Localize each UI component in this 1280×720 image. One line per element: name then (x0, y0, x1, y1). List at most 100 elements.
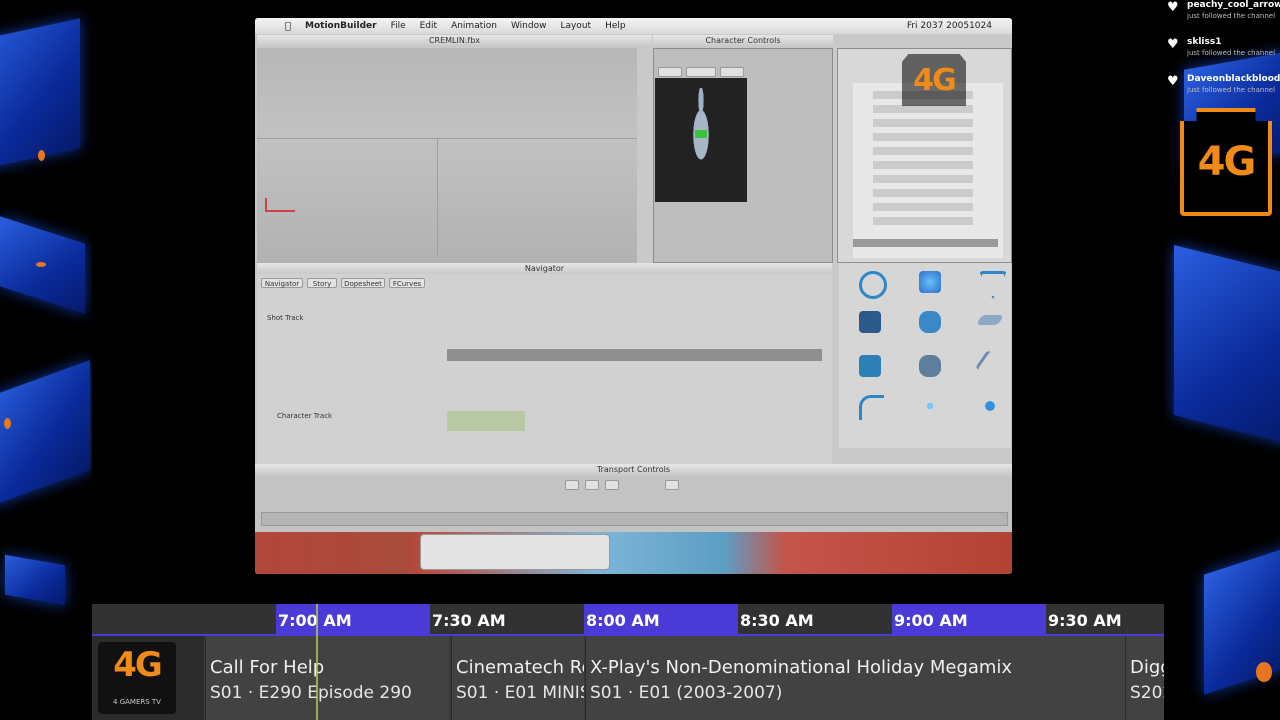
channel-logo: 4G 4 GAMERS TV (92, 636, 204, 720)
character-body-map[interactable] (655, 78, 747, 202)
story-editor: Navigator Story Dopesheet FCurves Shot T… (257, 274, 832, 464)
program-episode: S01 · E290 Episode 290 (210, 683, 412, 703)
menu-item-edit[interactable]: Edit (420, 21, 437, 31)
stop-button[interactable] (585, 480, 599, 490)
program-episode: S01 · E01 (2003-2007) (590, 683, 783, 703)
program-episode: S202 (1130, 683, 1164, 703)
follower-name: skliss1 (1187, 37, 1222, 47)
follower-message: just followed the channel (1187, 86, 1276, 94)
channel-logo-mark: 4G (113, 645, 163, 685)
blue-cube-shape (1174, 245, 1280, 445)
character-tab[interactable] (658, 67, 682, 77)
light-icon[interactable] (919, 271, 941, 293)
tree-row[interactable] (873, 105, 973, 113)
time-slot: 7:30 AM (432, 611, 506, 630)
follower-name: Daveonblackblood (1187, 74, 1280, 84)
left-background-art (0, 0, 92, 720)
minimized-window[interactable] (420, 534, 610, 570)
blue-cube-shape (0, 359, 90, 511)
menu-item-file[interactable]: File (391, 21, 406, 31)
menu-item-window[interactable]: Window (511, 21, 547, 31)
skeleton-root-icon[interactable] (974, 349, 1009, 383)
program-guide: 7:00 AM 7:30 AM 8:00 AM 8:30 AM 9:00 AM … (92, 604, 1164, 720)
tree-row[interactable] (873, 147, 973, 155)
time-slot: 9:00 AM (892, 604, 1046, 636)
current-time-indicator (316, 604, 318, 720)
step-forward-button[interactable] (605, 480, 619, 490)
orange-dot (38, 150, 45, 161)
timeline-header: 7:00 AM 7:30 AM 8:00 AM 8:30 AM 9:00 AM … (92, 604, 1164, 636)
desktop-background (255, 532, 1012, 574)
program-cell[interactable]: X-Play's Non-Denominational Holiday Mega… (585, 636, 1125, 720)
handle-icon[interactable] (859, 395, 884, 420)
camera-icon[interactable] (859, 311, 881, 333)
nurbs-icon[interactable] (919, 355, 941, 377)
track-label-shot: Shot Track (267, 314, 304, 322)
program-episode: S01 · E01 MINISC (456, 683, 584, 703)
menu-item-app[interactable]: MotionBuilder (305, 21, 377, 31)
program-title: Cinematech Ret (456, 657, 584, 678)
follower-feed: ♥ peachy_cool_arrows just followed the c… (1165, 0, 1280, 111)
tree-row-selected[interactable] (853, 239, 998, 247)
orange-dot (1256, 662, 1272, 682)
track-label-character: Character Track (277, 412, 333, 420)
time-ruler[interactable] (261, 512, 1008, 526)
tree-row[interactable] (873, 189, 973, 197)
follower-alert: ♥ skliss1 just followed the channel (1165, 37, 1280, 74)
follower-alert: ♥ peachy_cool_arrows just followed the c… (1165, 0, 1280, 37)
stream-capture:  MotionBuilder File Edit Animation Wind… (255, 18, 1012, 574)
follower-name: peachy_cool_arrows (1187, 0, 1280, 10)
null-icon[interactable] (919, 395, 941, 417)
channel-side-logo: 4G (1180, 108, 1272, 216)
menu-item-animation[interactable]: Animation (451, 21, 497, 31)
program-title: Digg (1130, 657, 1164, 678)
character-tab[interactable] (720, 67, 744, 77)
tab-fcurves[interactable]: FCurves (389, 278, 425, 288)
marker-icon[interactable] (919, 311, 941, 333)
blue-cube-shape (5, 554, 65, 606)
character-tab[interactable] (686, 67, 716, 77)
cube-icon[interactable] (859, 355, 881, 377)
time-slot: 9:30 AM (1048, 611, 1122, 630)
program-cell[interactable]: Digg S202 (1125, 636, 1164, 720)
menu-item-layout[interactable]: Layout (560, 21, 591, 31)
record-button[interactable] (665, 480, 679, 490)
time-slot: 7:00 AM (276, 604, 430, 636)
menu-clock: Fri 2037 20051024 (906, 21, 992, 31)
heart-icon: ♥ (1167, 0, 1179, 15)
follower-alert: ♥ Daveonblackblood just followed the cha… (1165, 74, 1280, 111)
plane-icon[interactable] (976, 315, 1004, 325)
asset-tool-grid (839, 263, 1011, 448)
tree-row[interactable] (873, 133, 973, 141)
body-figure (683, 88, 719, 192)
3d-viewport[interactable] (257, 48, 637, 268)
skeleton-node-icon[interactable] (979, 395, 1001, 417)
program-title: X-Play's Non-Denominational Holiday Mega… (590, 657, 1013, 678)
follower-message: just followed the channel (1187, 12, 1276, 20)
tree-row[interactable] (873, 217, 973, 225)
optical-icon[interactable] (979, 271, 1007, 299)
program-cell[interactable]: Call For Help S01 · E290 Episode 290 (205, 636, 449, 720)
blue-cube-shape (0, 18, 80, 172)
program-cell[interactable]: Cinematech Ret S01 · E01 MINISC (451, 636, 584, 720)
axis-marker (265, 198, 295, 212)
play-button[interactable] (565, 480, 579, 490)
tree-row[interactable] (873, 203, 973, 211)
time-slot: 8:00 AM (584, 604, 738, 636)
transport-titlebar: Transport Controls (255, 464, 1012, 476)
3d-curve-icon[interactable] (859, 271, 887, 299)
menu-item-help[interactable]: Help (605, 21, 626, 31)
tab-dopesheet[interactable]: Dopesheet (341, 278, 385, 288)
shot-track-clip[interactable] (447, 349, 822, 361)
tree-row[interactable] (873, 175, 973, 183)
character-track-clip[interactable] (447, 411, 525, 431)
stream-watermark-logo: 4G (902, 54, 966, 106)
asset-tree[interactable] (853, 83, 1003, 258)
tab-navigator[interactable]: Navigator (261, 278, 303, 288)
tree-row[interactable] (873, 119, 973, 127)
apple-icon[interactable]:  (285, 21, 291, 32)
channel-badge: 4G 4 GAMERS TV (98, 642, 176, 714)
tab-story[interactable]: Story (307, 278, 337, 288)
character-controls-titlebar: Character Controls (653, 35, 833, 47)
tree-row[interactable] (873, 161, 973, 169)
